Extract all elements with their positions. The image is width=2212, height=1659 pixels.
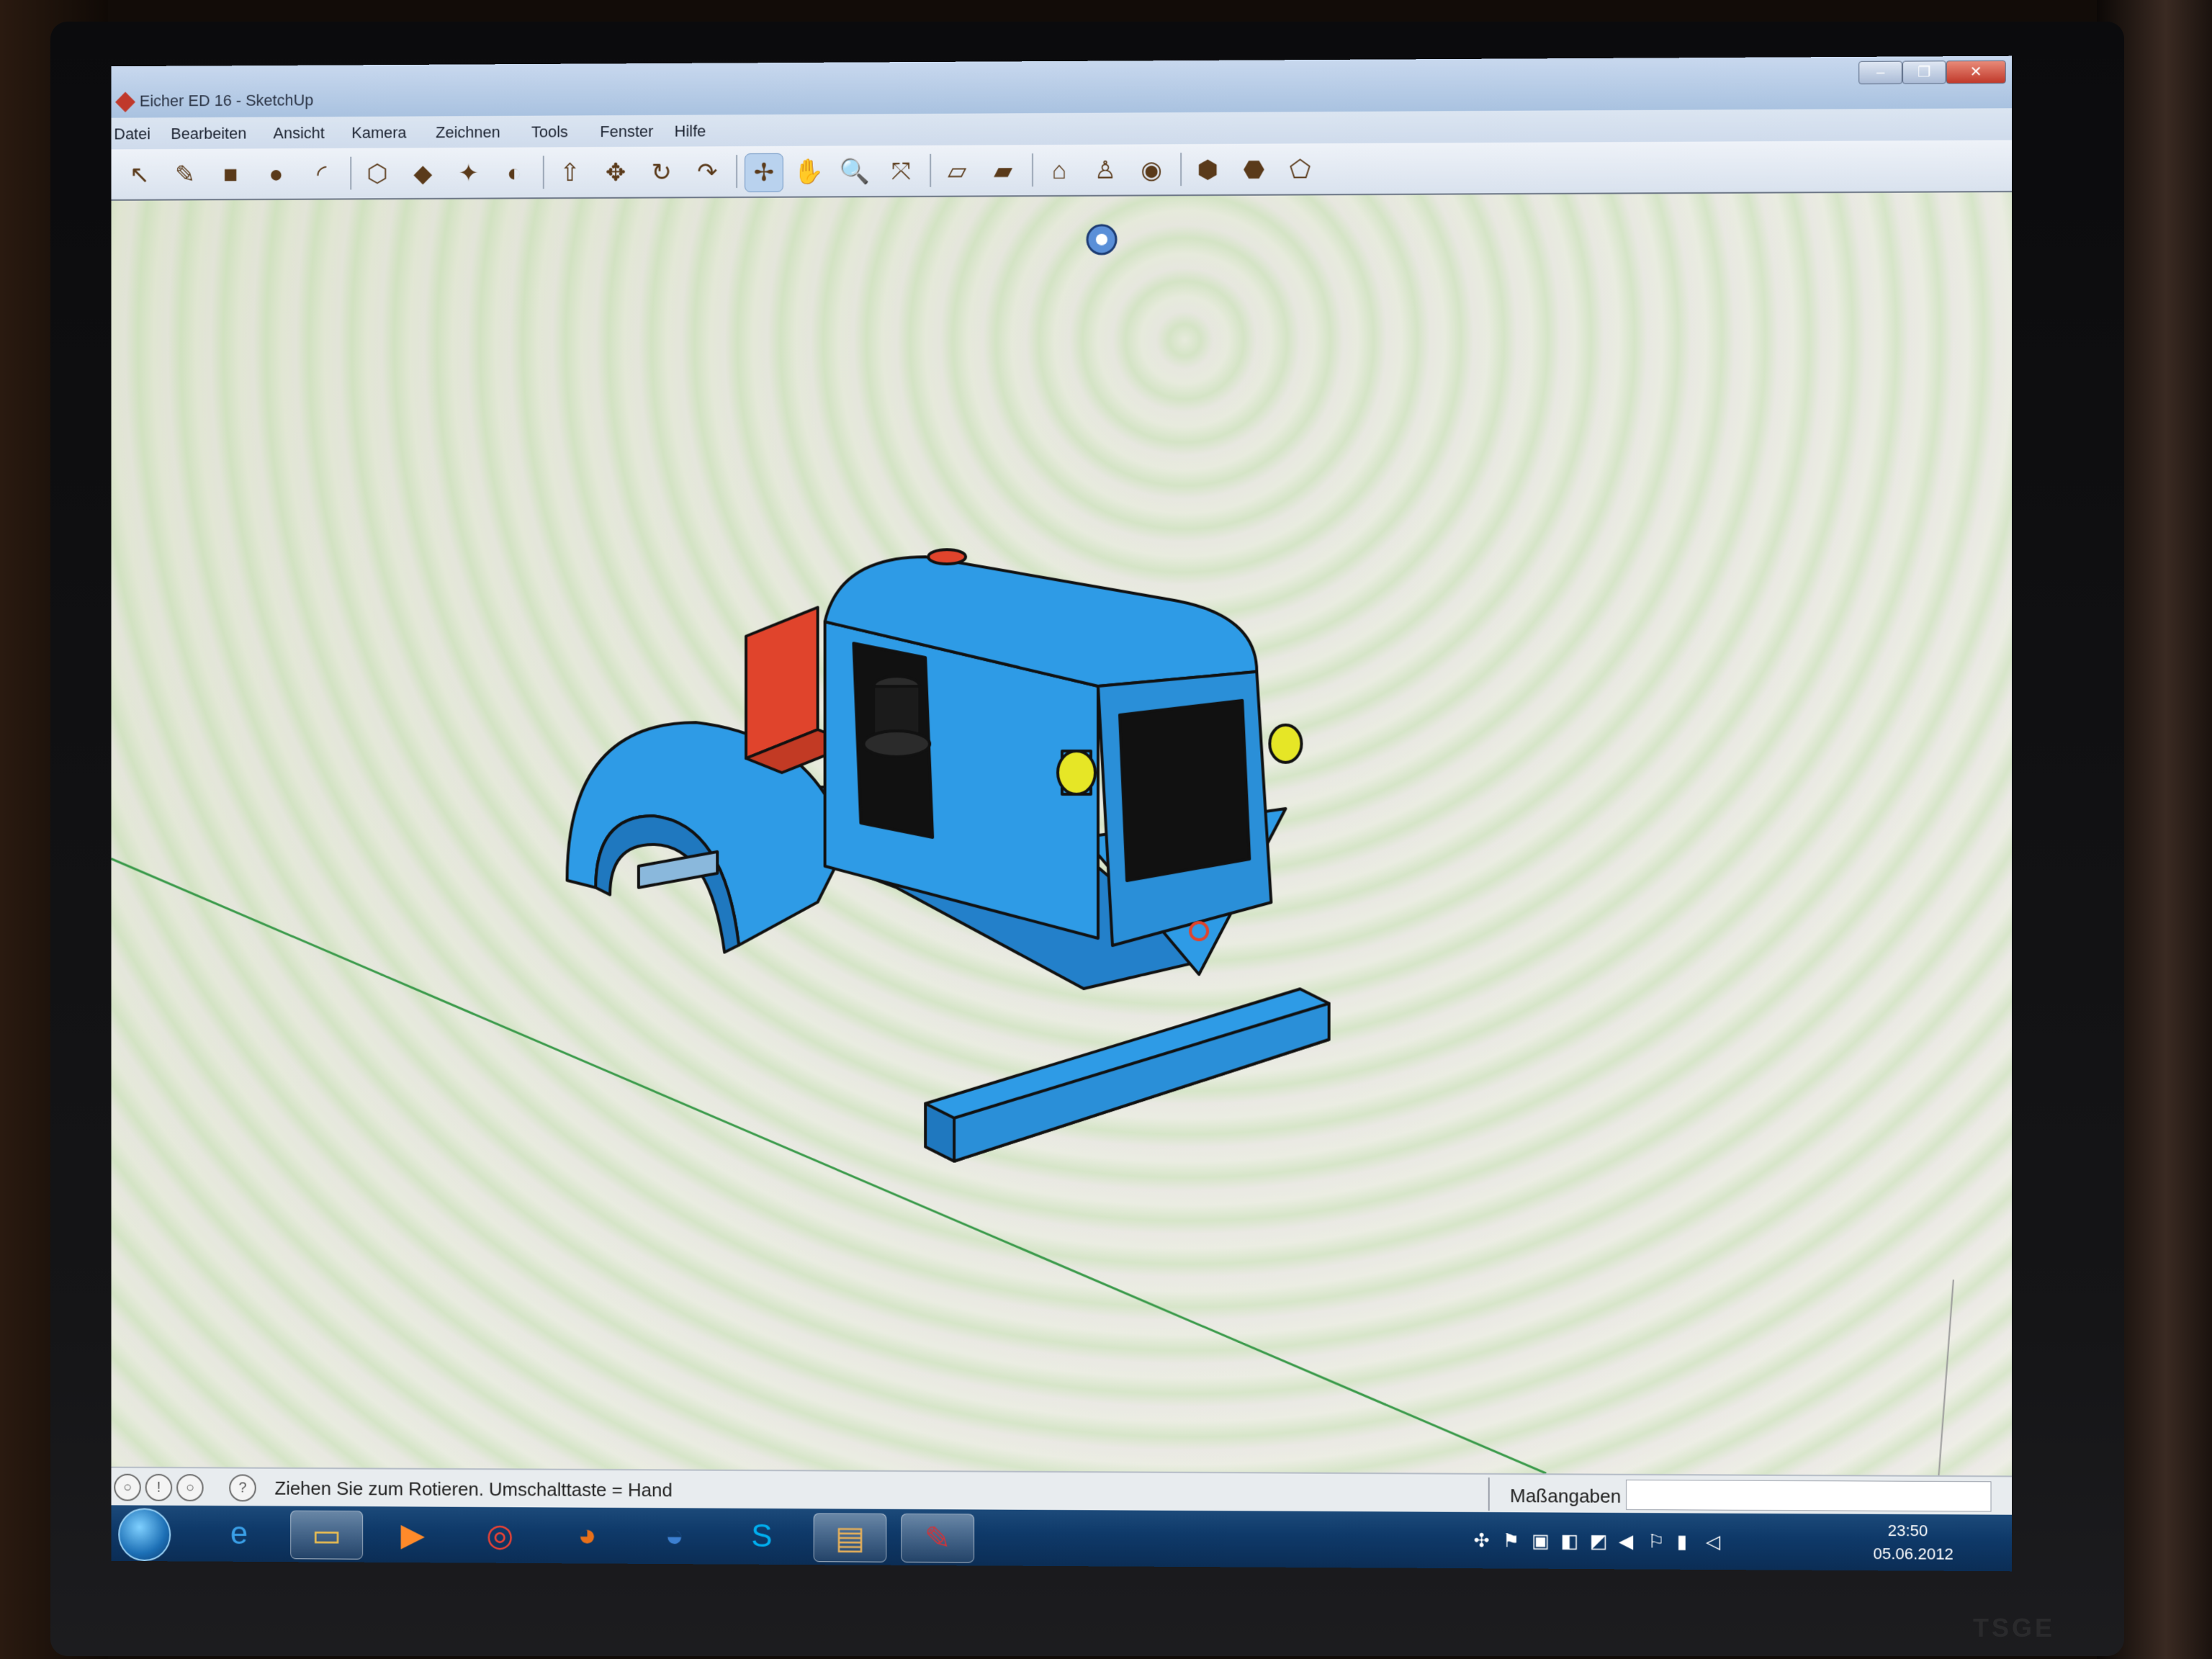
menu-ansicht[interactable]: Ansicht — [273, 124, 324, 143]
orbit-icon[interactable]: ✢ — [745, 153, 783, 192]
minimize-button[interactable]: – — [1858, 61, 1902, 85]
tray-signal-icon[interactable]: ▮ — [1677, 1530, 1687, 1552]
toolbar-separator — [543, 156, 544, 189]
close-button[interactable]: ✕ — [1946, 60, 2006, 84]
arc-icon[interactable]: ◜ — [303, 156, 340, 193]
toolbar-separator — [1180, 153, 1182, 186]
toolbar-separator — [930, 154, 931, 187]
toolbar-separator — [1032, 153, 1033, 186]
look-around-icon[interactable]: ◉ — [1133, 151, 1170, 189]
window-title: Eicher ED 16 - SketchUp — [140, 91, 314, 110]
pan-icon[interactable]: ✋ — [791, 153, 828, 191]
engine-flywheel — [863, 731, 930, 757]
internet-explorer-icon[interactable]: e — [204, 1510, 275, 1557]
move-icon[interactable]: ✥ — [597, 154, 634, 192]
share-model-icon[interactable]: ⬢ — [1189, 151, 1226, 189]
sketchup-icon[interactable]: ✎ — [901, 1514, 974, 1563]
tray-volume-icon[interactable]: ◀ — [1619, 1530, 1633, 1552]
toolbar: ↖ ✎ ■ ● ◜ ⬡ ◆ ✦ ◐ ⇧ ✥ ↻ ↷ ✢ ✋ 🔍 ⤧ ▱ ▰ ⌂ ♙ ◉ ⬢ ⬣ ⬠ — [111, 140, 2012, 201]
blue-axis-line — [1939, 1280, 1954, 1475]
media-player-icon[interactable]: ▶ — [377, 1511, 449, 1558]
get-models-icon[interactable]: ⬣ — [1235, 151, 1272, 189]
monitor-logo: TSGE — [1973, 1613, 2055, 1643]
right-headlamp — [1269, 725, 1301, 763]
tray-flag-icon[interactable]: ⚑ — [1503, 1529, 1519, 1552]
minimize-icon: – — [1859, 62, 1902, 84]
section-display-icon[interactable]: ▰ — [984, 152, 1022, 189]
tray-app-icon[interactable]: ▣ — [1532, 1529, 1550, 1552]
toolbar-separator — [736, 155, 737, 188]
start-button[interactable] — [118, 1508, 171, 1561]
components-icon[interactable]: ⬠ — [1281, 150, 1318, 188]
section-plane-icon[interactable]: ▱ — [938, 153, 976, 190]
menu-kamera[interactable]: Kamera — [351, 124, 406, 143]
credits-icon[interactable]: ! — [145, 1474, 172, 1501]
monitor-screen: Eicher ED 16 - SketchUp – ❐ ✕ Datei Bear… — [111, 56, 2012, 1572]
model-scene — [111, 192, 2012, 1475]
clock-time[interactable]: 23:50 — [1888, 1521, 1928, 1540]
toolbar-separator — [350, 157, 351, 190]
zoom-icon[interactable]: 🔍 — [837, 153, 874, 190]
tray-antivirus-icon[interactable]: ◩ — [1590, 1530, 1608, 1552]
menu-datei[interactable]: Datei — [114, 125, 150, 143]
menu-fenster[interactable]: Fenster — [600, 122, 653, 141]
rotate-icon[interactable]: ↻ — [643, 154, 680, 192]
tape-measure-icon[interactable]: ✦ — [450, 155, 487, 192]
measurements-label: Maßangaben — [1510, 1485, 1621, 1508]
tray-security-icon[interactable]: ◧ — [1560, 1530, 1578, 1552]
status-divider — [1488, 1478, 1490, 1511]
rectangle-icon[interactable]: ■ — [212, 156, 248, 193]
sketchup-app-icon — [115, 92, 135, 112]
eraser-icon[interactable]: ⬡ — [359, 155, 395, 192]
menu-bearbeiten[interactable]: Bearbeiten — [171, 125, 246, 143]
follow-me-icon[interactable]: ↷ — [688, 153, 726, 191]
clock-date[interactable]: 05.06.2012 — [1873, 1545, 1953, 1564]
circle-icon[interactable]: ● — [258, 156, 295, 193]
measurements-input[interactable] — [1626, 1480, 1991, 1512]
tray-speaker-icon[interactable]: ◁ — [1706, 1531, 1720, 1553]
green-axis-line — [111, 859, 1546, 1474]
tank-cap — [928, 549, 966, 564]
drawing-viewport[interactable] — [111, 192, 2012, 1475]
paint-bucket-icon[interactable]: ◆ — [404, 155, 441, 192]
google-earth-icon[interactable]: ◒ — [639, 1512, 710, 1560]
taskbar: e ▭ ▶ ◎ ◕ ◒ S ▤ ✎ ✣ ⚑ ▣ ◧ ◩ ◀ ⚐ ▮ ◁ 23:50 05.06.… — [111, 1505, 2012, 1571]
chrome-icon[interactable]: ◎ — [464, 1511, 536, 1559]
firefox-icon[interactable]: ◕ — [552, 1511, 623, 1559]
position-camera-icon[interactable]: ♙ — [1087, 152, 1124, 189]
select-icon[interactable]: ↖ — [121, 156, 158, 194]
maximize-icon: ❐ — [1903, 61, 1946, 84]
left-headlamp — [1058, 751, 1095, 794]
menu-tools[interactable]: Tools — [531, 122, 568, 141]
warehouse-icon[interactable]: ⌂ — [1040, 152, 1078, 189]
pencil-icon[interactable]: ✎ — [166, 156, 203, 194]
tray-action-center-icon[interactable]: ⚐ — [1647, 1530, 1665, 1552]
menu-zeichnen[interactable]: Zeichnen — [436, 123, 500, 142]
title-bar[interactable]: Eicher ED 16 - SketchUp – ❐ ✕ — [111, 56, 2012, 118]
geo-location-icon[interactable]: ○ — [114, 1474, 140, 1501]
protractor-icon[interactable]: ◐ — [495, 154, 533, 192]
archive-icon[interactable]: ▤ — [814, 1513, 887, 1562]
tractor-model — [567, 549, 1329, 1162]
close-icon: ✕ — [1947, 61, 2005, 84]
zoom-extents-icon[interactable]: ⤧ — [882, 153, 920, 190]
help-icon[interactable]: ? — [229, 1474, 256, 1501]
skype-icon[interactable]: S — [726, 1513, 798, 1560]
engine-cylinder — [873, 686, 920, 737]
push-pull-icon[interactable]: ⇧ — [552, 154, 589, 192]
radiator-grille — [1120, 701, 1249, 881]
menu-hilfe[interactable]: Hilfe — [675, 122, 706, 140]
maximize-button[interactable]: ❐ — [1902, 60, 1946, 84]
explorer-folder-icon[interactable]: ▭ — [290, 1511, 363, 1560]
user-icon[interactable]: ○ — [176, 1474, 204, 1501]
status-hint: Ziehen Sie zum Rotieren. Umschalttaste =… — [274, 1478, 672, 1502]
orbit-cursor-icon — [1087, 225, 1116, 254]
tray-network-icon[interactable]: ✣ — [1474, 1529, 1490, 1552]
